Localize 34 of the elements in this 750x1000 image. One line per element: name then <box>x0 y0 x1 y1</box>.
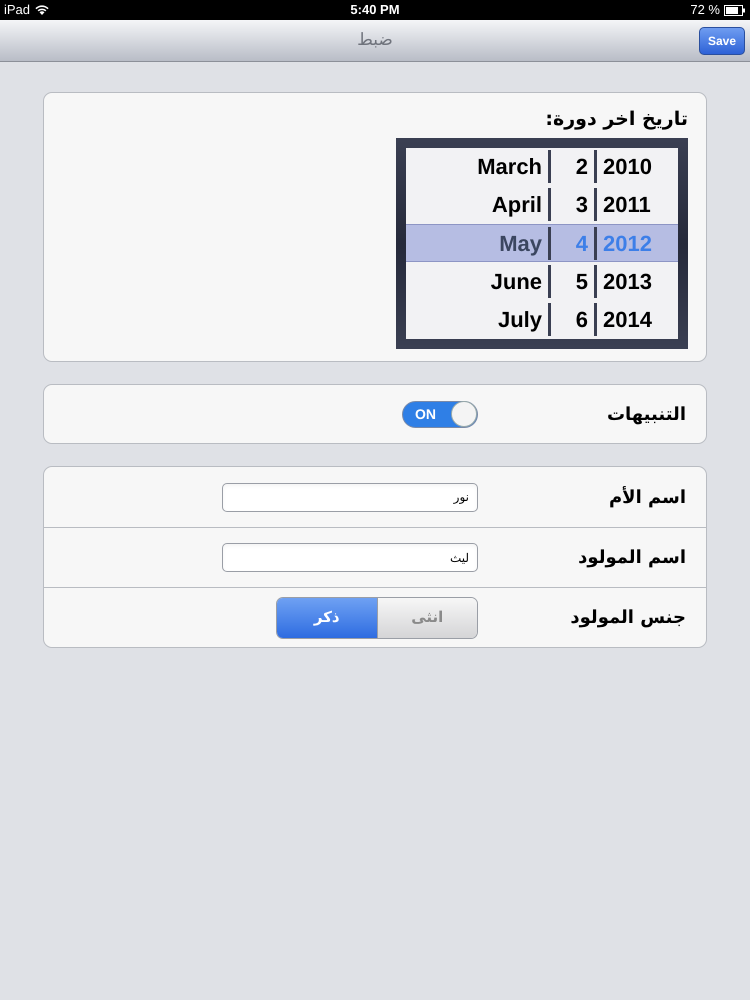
toggle-switch[interactable]: ON <box>402 400 478 428</box>
field-label: جنس المولود <box>570 606 686 630</box>
battery-percent: 72 % <box>690 1 720 20</box>
wifi-icon <box>34 4 50 16</box>
month-item: March <box>406 150 551 184</box>
date-label: تاريخ اخر دورة: <box>545 107 688 132</box>
save-button[interactable]: Save <box>698 27 745 55</box>
text-field[interactable]: ليث <box>222 543 478 572</box>
day-item: 3 <box>551 188 597 222</box>
day-item: 2 <box>551 150 597 184</box>
year-item: 2012 <box>602 230 653 258</box>
month-item: July <box>406 302 551 336</box>
alerts-label: التنبيهات <box>606 402 686 426</box>
picker-row[interactable]: March 2 2010 <box>406 148 678 186</box>
clock: 5:40 PM <box>350 1 400 20</box>
picker-row[interactable]: April 3 2011 <box>406 186 678 224</box>
nav-title: ضبط <box>357 28 393 52</box>
year-item: 2011 <box>602 191 652 220</box>
date-picker[interactable]: March 2 2010 April 3 2011 May 4 2012 June 5 2013 July 6 2014 <box>396 138 688 348</box>
device-name: iPad <box>4 1 30 20</box>
battery-icon <box>724 4 746 16</box>
picker-row[interactable]: June 5 2013 <box>406 262 678 300</box>
year-item: 2010 <box>602 153 653 182</box>
field-label: اسم الأم <box>608 485 686 510</box>
switch-thumb <box>451 401 477 427</box>
day-item: 6 <box>551 302 597 336</box>
picker-row[interactable]: July 6 2014 <box>406 300 678 339</box>
year-item: 2013 <box>602 268 653 296</box>
month-item: April <box>406 188 551 222</box>
field-label: اسم المولود <box>578 546 686 570</box>
segment[interactable]: ذكر <box>277 598 378 638</box>
text-field[interactable]: نور <box>222 482 478 512</box>
year-item: 2014 <box>602 306 653 334</box>
picker-row[interactable]: May 4 2012 <box>406 224 678 262</box>
